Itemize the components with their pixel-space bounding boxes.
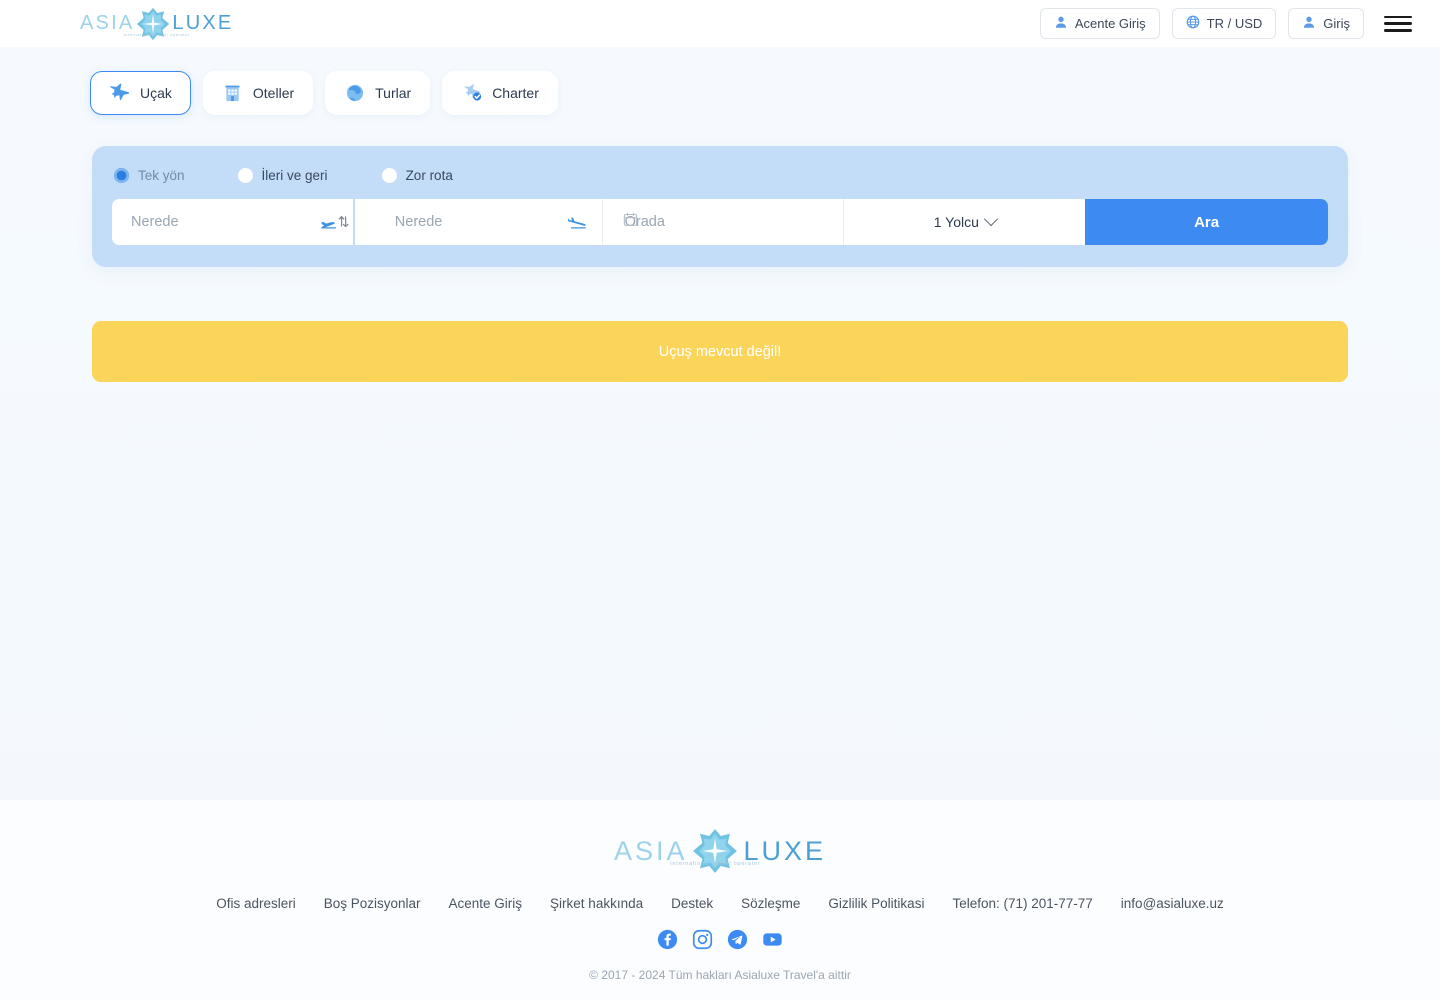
footer-link-agreement[interactable]: Sözleşme: [741, 896, 800, 911]
passengers-field[interactable]: 1 Yolcu: [843, 199, 1086, 245]
trip-type-one-way-label: Tek yön: [138, 168, 185, 183]
globe-icon: [1186, 15, 1200, 32]
facebook-icon[interactable]: [657, 929, 678, 950]
search-fields-row: Nerede ⇅ Nerede Orada 1 Yolcu Ara: [112, 199, 1328, 245]
trip-type-multi-city-label: Zor rota: [405, 168, 453, 183]
telegram-icon[interactable]: [727, 929, 748, 950]
login-label: Giriş: [1323, 16, 1350, 31]
footer-logo-tagline: international travel operator: [670, 861, 761, 867]
page-root: ASIA LUXE international travel operator …: [0, 0, 1440, 1000]
footer-logo[interactable]: ASIA international travel operator LUXE: [0, 828, 1440, 874]
footer-links: Ofis adresleri Boş Pozisyonlar Acente Gi…: [0, 896, 1440, 911]
no-flights-alert: Uçuş mevcut değil!: [92, 321, 1348, 382]
trip-type-one-way[interactable]: Tek yön: [114, 168, 185, 183]
agent-login-label: Acente Giriş: [1074, 16, 1146, 31]
trip-type-group: Tek yön İleri ve geri Zor rota: [112, 168, 1328, 199]
copyright-text: © 2017 - 2024 Tüm hakları Asialuxe Trave…: [589, 968, 851, 982]
date-field[interactable]: Orada: [601, 199, 844, 245]
trip-type-round-trip-label: İleri ve geri: [261, 168, 328, 183]
origin-input[interactable]: Nerede: [131, 214, 179, 230]
airplane-check-icon: [461, 82, 483, 104]
instagram-icon[interactable]: [692, 929, 713, 950]
tab-oteller[interactable]: Oteller: [202, 71, 314, 115]
hamburger-menu-icon[interactable]: [1384, 13, 1412, 35]
footer-phone[interactable]: Telefon: (71) 201-77-77: [952, 896, 1092, 911]
site-header: ASIA LUXE international travel operator …: [0, 0, 1440, 47]
tab-ucak[interactable]: Uçak: [90, 71, 191, 115]
site-footer: ASIA international travel operator LUXE …: [0, 800, 1440, 1000]
footer-link-support[interactable]: Destek: [671, 896, 713, 911]
header-actions: Acente Giriş TR / USD Giriş: [1039, 8, 1412, 39]
no-flights-alert-message: Uçuş mevcut değil!: [658, 343, 782, 360]
agent-login-button[interactable]: Acente Giriş: [1039, 8, 1160, 39]
tab-turlar[interactable]: Turlar: [325, 71, 431, 115]
airplane-icon: [109, 82, 131, 104]
user-icon: [1302, 15, 1316, 32]
locale-currency-button[interactable]: TR / USD: [1171, 8, 1277, 39]
globe-tour-icon: [344, 82, 366, 104]
compass-star-icon: international travel operator: [670, 828, 760, 874]
footer-link-privacy[interactable]: Gizlilik Politikasi: [828, 896, 924, 911]
passengers-value: 1 Yolcu: [933, 214, 979, 230]
tab-charter[interactable]: Charter: [442, 71, 558, 115]
tab-oteller-label: Oteller: [252, 85, 295, 101]
footer-link-about[interactable]: Şirket hakkında: [550, 896, 643, 911]
footer-social-links: [0, 929, 1440, 950]
calendar-icon: [623, 212, 638, 232]
logo-tagline: international travel operator: [123, 31, 190, 37]
footer-link-agent-login[interactable]: Acente Giriş: [449, 896, 523, 911]
footer-link-offices[interactable]: Ofis adresleri: [216, 896, 296, 911]
destination-field[interactable]: ⇅ Nerede: [338, 199, 602, 245]
footer-email[interactable]: info@asialuxe.uz: [1121, 896, 1224, 911]
trip-type-multi-city[interactable]: Zor rota: [381, 168, 453, 183]
chevron-down-icon: [983, 212, 998, 227]
plane-landing-icon: [567, 212, 588, 232]
tab-turlar-label: Turlar: [375, 85, 412, 101]
swap-vertical-icon[interactable]: ⇅: [338, 214, 350, 231]
destination-input[interactable]: Nerede: [395, 214, 443, 230]
footer-link-vacancies[interactable]: Boş Pozisyonlar: [324, 896, 421, 911]
login-button[interactable]: Giriş: [1288, 8, 1364, 39]
search-category-tabs: Uçak Oteller Turlar Charter: [0, 47, 1440, 115]
radio-dot: [237, 168, 253, 183]
hotel-building-icon: [222, 82, 244, 104]
search-button[interactable]: Ara: [1085, 199, 1328, 245]
trip-type-round-trip[interactable]: İleri ve geri: [237, 168, 328, 183]
tab-ucak-label: Uçak: [140, 85, 172, 101]
tab-charter-label: Charter: [492, 85, 539, 101]
youtube-icon[interactable]: [762, 929, 783, 950]
radio-dot-selected: [114, 168, 129, 183]
origin-field[interactable]: Nerede: [112, 199, 353, 245]
user-icon: [1054, 15, 1068, 32]
locale-currency-label: TR / USD: [1206, 16, 1263, 31]
plane-takeoff-icon: [319, 212, 339, 232]
header-logo[interactable]: ASIA LUXE international travel operator: [80, 7, 233, 41]
radio-dot: [381, 168, 397, 183]
flight-search-panel: Tek yön İleri ve geri Zor rota Nerede ⇅ …: [92, 146, 1348, 267]
